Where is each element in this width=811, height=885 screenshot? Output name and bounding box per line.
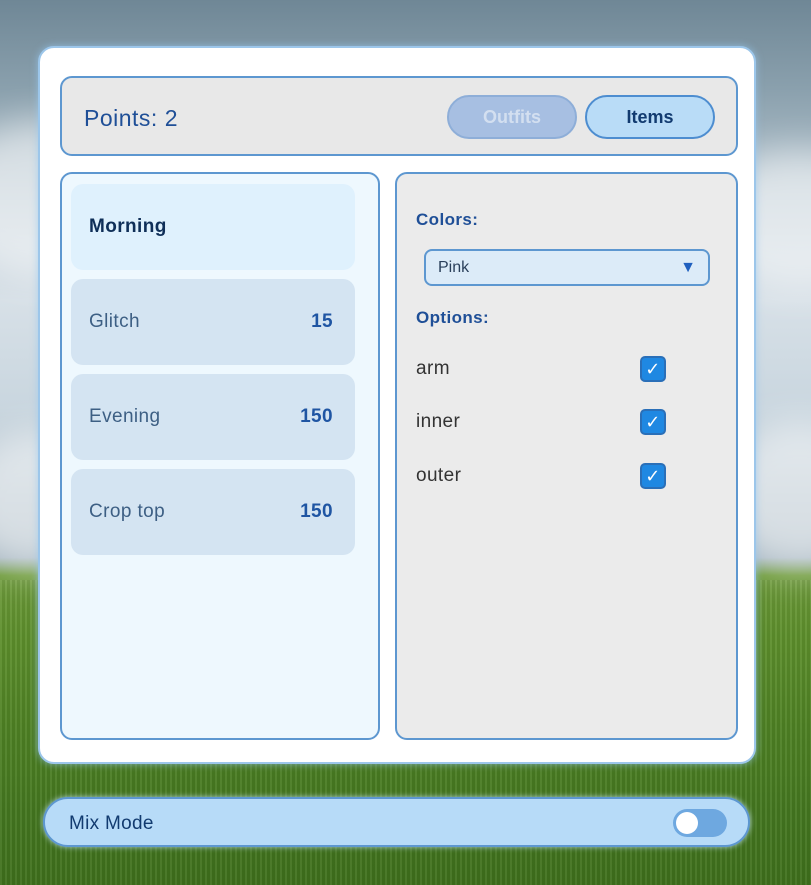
option-row-outer: outer ✓ [416, 461, 666, 491]
caret-down-icon: ▼ [680, 258, 696, 276]
option-checkbox-outer[interactable]: ✓ [640, 463, 666, 489]
check-icon: ✓ [645, 465, 661, 486]
options-label: Options: [416, 308, 490, 327]
toggle-knob [676, 812, 698, 834]
list-item-glitch[interactable]: Glitch 15 [71, 279, 355, 365]
list-item-price: 150 [300, 406, 333, 427]
check-icon: ✓ [645, 411, 661, 432]
mix-mode-label: Mix Mode [69, 813, 154, 834]
list-item-name: Crop top [89, 501, 166, 522]
option-checkbox-arm[interactable]: ✓ [640, 356, 666, 382]
option-label: outer [416, 465, 462, 486]
check-icon: ✓ [645, 358, 661, 379]
option-row-arm: arm ✓ [416, 354, 666, 384]
tab-items[interactable]: Items [585, 95, 715, 139]
list-item-crop-top[interactable]: Crop top 150 [71, 469, 355, 555]
mix-mode-bar: Mix Mode [43, 797, 750, 847]
list-item-name: Glitch [89, 311, 140, 332]
list-item-price: 150 [300, 501, 333, 522]
option-label: inner [416, 411, 461, 432]
list-item-evening[interactable]: Evening 150 [71, 374, 355, 460]
option-row-inner: inner ✓ [416, 407, 666, 437]
option-label: arm [416, 358, 450, 379]
color-select-value: Pink [438, 258, 470, 276]
list-item-name: Morning [89, 216, 167, 237]
panel-header: Points: 2 Outfits Items [60, 76, 738, 156]
color-select[interactable]: Pink ▼ [424, 249, 710, 286]
points-counter: Points: 2 [84, 105, 178, 131]
option-checkbox-inner[interactable]: ✓ [640, 409, 666, 435]
tab-outfits[interactable]: Outfits [447, 95, 577, 139]
mix-mode-toggle[interactable] [673, 809, 727, 837]
item-list: Morning Glitch 15 Evening 150 Crop top 1… [60, 172, 380, 740]
customization-panel: Points: 2 Outfits Items Morning Glitch 1… [38, 46, 756, 764]
options-panel: Colors: Pink ▼ Options: arm ✓ inner ✓ ou… [395, 172, 738, 740]
list-item-price: 15 [311, 311, 333, 332]
colors-label: Colors: [416, 210, 479, 229]
list-item-name: Evening [89, 406, 161, 427]
list-item-morning[interactable]: Morning [71, 184, 355, 270]
